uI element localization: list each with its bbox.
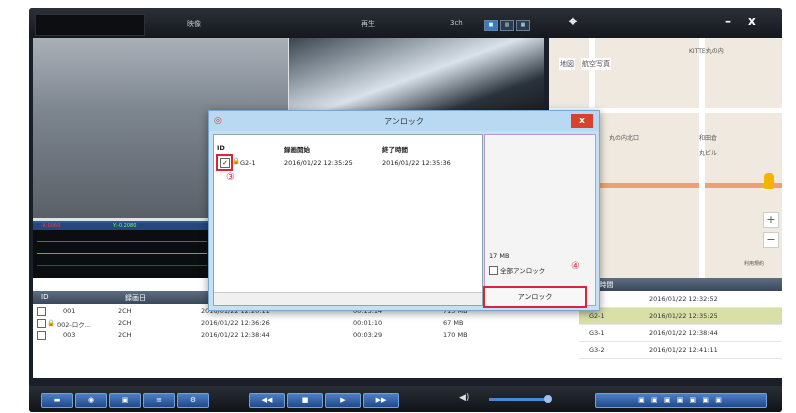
camera-button[interactable]: ◉ [75,393,107,408]
settings-button[interactable]: ⚙ [177,393,209,408]
row-checkbox[interactable] [37,331,46,340]
col-end[interactable]: 終了時間 [382,144,408,154]
play-label: 再生 [361,20,375,28]
row-checkbox[interactable] [37,319,46,328]
map-label-wadakura: 和田倉 [699,135,718,142]
list-button[interactable]: ≡ [143,393,175,408]
map-terms[interactable]: 利用規約 [744,260,764,267]
minimize-button[interactable]: – [725,14,731,28]
playback-toolbar: ▬ ◉ ▣ ≡ ⚙ ◀◀ ■ ▶ ▶▶ ◀) ▣ ▣ ▣ ▣ ▣ ▣ ▣ [29,386,782,412]
col-date[interactable]: 録画日 [125,293,146,303]
graph-y-value: Y:-0.2080 [113,223,137,229]
col-start[interactable]: 録画開始 [284,144,310,154]
view-mode-2[interactable]: ▥ [500,20,514,31]
play-button[interactable]: ▶ [325,393,361,408]
table-row[interactable]: 🔒 002-ロク... 2CH 2016/01/22 12:36:26 00:0… [33,318,553,329]
unlock-all-checkbox[interactable] [489,266,498,275]
view-mode-group: ■ ▥ ▦ [484,20,530,31]
speaker-icon: ◀) [459,393,470,403]
logo [35,14,145,36]
gps-icon[interactable]: ⌖ [569,14,577,30]
annotation-3: ③ [226,172,235,183]
annotation-4: ④ [571,261,580,272]
unlock-dialog: ◎ アンロック x ID 録画開始 終了時間 ✓ 🔒 G2-1 2016/01/… [208,110,600,311]
row-checkbox[interactable] [37,307,46,316]
col-id[interactable]: ID [217,144,225,152]
save-button[interactable]: ▣ [109,393,141,408]
fast-forward-button[interactable]: ▶▶ [363,393,399,408]
dialog-title-bar: ◎ アンロック x [209,111,599,131]
time-row[interactable]: G1 2016/01/22 12:32:52 [579,291,782,308]
title-bar: 映像 再生 3ch ■ ▥ ▦ ⌖ – x [29,8,782,38]
dialog-side-panel: 17 MB 全部アンロック ④ [484,134,596,306]
file-lock-icon: 🔒 [232,157,241,165]
time-row[interactable]: G2-1 2016/01/22 12:35:25 [579,308,782,325]
time-row[interactable]: G3-2 2016/01/22 12:41:11 [579,342,782,359]
map-type-map[interactable]: 地図 [559,58,575,70]
volume-knob[interactable] [544,395,552,403]
stop-button[interactable]: ■ [287,393,323,408]
close-button[interactable]: x [748,14,756,28]
rewind-button[interactable]: ◀◀ [249,393,285,408]
lock-icon: 🔒 [47,319,56,327]
view-mode-1[interactable]: ■ [484,20,498,31]
zoom-in-button[interactable]: + [763,212,779,228]
dialog-close-button[interactable]: x [571,114,593,128]
col-id[interactable]: ID [41,293,48,301]
map-label-marubiru: 丸ビル [699,150,718,157]
volume-slider[interactable] [489,398,549,401]
time-panel-header: 日付/時間 [579,278,782,291]
g-sensor-graph: -X:0060 Y:-0.2080 [33,221,211,280]
graph-x-value: -X:0060 [41,223,61,229]
graph-line-z [37,265,207,266]
view-mode-3[interactable]: ▦ [516,20,530,31]
unlock-all-label: 全部アンロック [500,267,546,275]
unlock-button[interactable]: アンロック [483,286,587,308]
time-panel: 日付/時間 G1 2016/01/22 12:32:52 G2-1 2016/0… [579,278,782,378]
table-row[interactable]: 003 2CH 2016/01/22 12:38:44 00:03:29 170… [33,330,553,341]
map-label-north: 丸の内北口 [609,135,640,142]
pegman-icon[interactable] [764,173,774,189]
horizontal-scrollbar[interactable] [214,292,482,305]
zoom-out-button[interactable]: − [763,232,779,248]
tool-buttons[interactable]: ▣ ▣ ▣ ▣ ▣ ▣ ▣ [595,393,767,408]
graph-line-x [37,241,207,242]
dialog-title: アンロック [384,117,424,126]
lock-file-list: ID 録画開始 終了時間 ✓ 🔒 G2-1 2016/01/22 12:35:2… [213,134,483,306]
folder-button[interactable]: ▬ [41,393,73,408]
map-label-kitte: KITTE丸の内 [689,48,724,55]
channel-label: 3ch [450,19,463,27]
title-label: 映像 [187,20,201,28]
map-type-satellite[interactable]: 航空写真 [581,58,611,70]
highlight-box-3 [216,154,233,171]
size-label: 17 MB [489,252,510,260]
time-row[interactable]: G3-1 2016/01/22 12:38:44 [579,325,782,342]
graph-line-y [37,253,207,254]
